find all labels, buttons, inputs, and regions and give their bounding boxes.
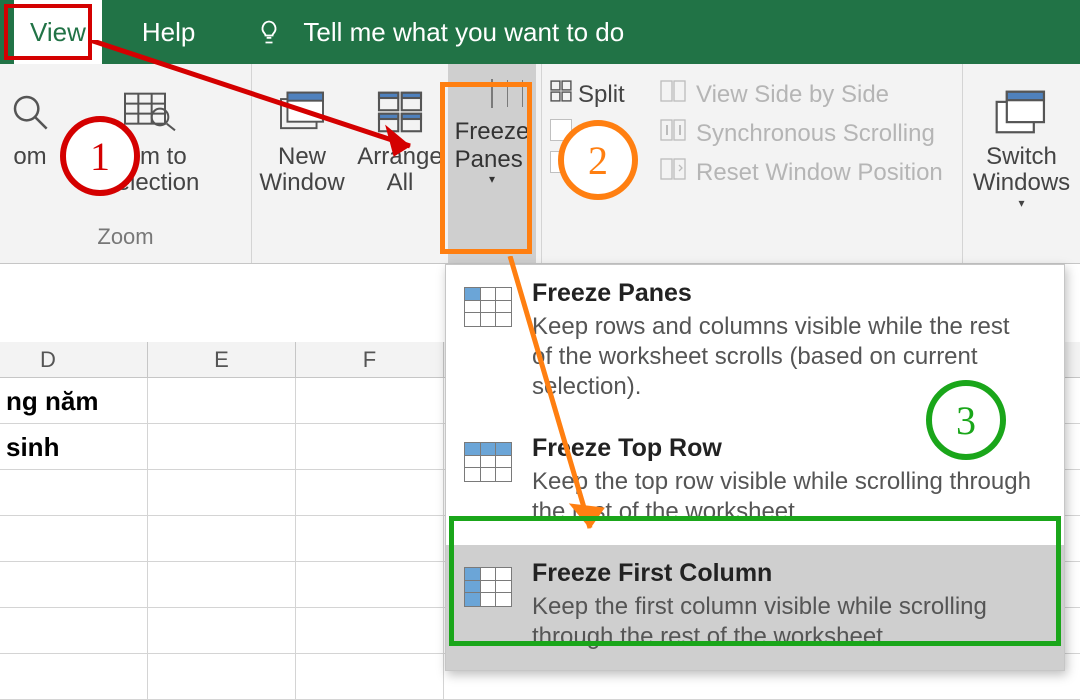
compare-column: View Side by Side Synchronous Scrolling xyxy=(652,64,962,263)
switch-windows-label: Switch Windows xyxy=(973,144,1070,197)
tab-help[interactable]: Help xyxy=(142,0,195,64)
arrange-all-icon xyxy=(377,80,423,144)
arrange-all-button[interactable]: Arrange All xyxy=(352,64,448,263)
freeze-top-row-icon xyxy=(464,442,512,482)
cell[interactable] xyxy=(296,378,444,423)
cell[interactable] xyxy=(148,424,296,469)
cell[interactable] xyxy=(296,424,444,469)
cell[interactable] xyxy=(148,562,296,607)
lightbulb-icon xyxy=(255,18,283,46)
cell[interactable] xyxy=(148,654,296,699)
ribbon: om oom to Selection Zoom xyxy=(0,64,1080,264)
cell[interactable] xyxy=(148,516,296,561)
cell[interactable] xyxy=(0,654,148,699)
cell[interactable] xyxy=(148,470,296,515)
sync-scroll-icon xyxy=(660,119,686,148)
cell[interactable] xyxy=(296,654,444,699)
annotation-box-3 xyxy=(449,516,1061,646)
cell[interactable] xyxy=(0,470,148,515)
zoom-button[interactable]: om xyxy=(0,64,60,224)
tellme-search[interactable]: Tell me what you want to do xyxy=(255,17,624,48)
cell[interactable] xyxy=(296,516,444,561)
annotation-circle-1: 1 xyxy=(60,116,140,196)
dropdown-caret-icon: ▾ xyxy=(1018,197,1024,210)
annotation-circle-3: 3 xyxy=(926,380,1006,460)
col-header-e[interactable]: E xyxy=(148,342,296,377)
reset-position-label: Reset Window Position xyxy=(696,159,943,187)
side-by-side-icon xyxy=(660,80,686,109)
zoom-label: om xyxy=(13,144,46,170)
cell[interactable] xyxy=(0,608,148,653)
synchronous-scrolling-button: Synchronous Scrolling xyxy=(660,119,962,148)
split-icon xyxy=(550,80,572,109)
annotation-box-1 xyxy=(4,4,92,60)
side-by-side-label: View Side by Side xyxy=(696,81,889,109)
switch-windows-button[interactable]: Switch Windows ▾ xyxy=(963,64,1080,210)
title-tab-bar: View Help Tell me what you want to do xyxy=(0,0,1080,64)
split-label: Split xyxy=(578,81,625,109)
switch-windows-icon xyxy=(995,80,1049,144)
view-side-by-side-button: View Side by Side xyxy=(660,80,962,109)
cell[interactable] xyxy=(0,562,148,607)
reset-position-icon xyxy=(660,158,686,187)
cell[interactable] xyxy=(0,516,148,561)
group-switch-windows: Switch Windows ▾ xyxy=(963,64,1080,263)
cell[interactable] xyxy=(296,608,444,653)
split-button[interactable]: Split xyxy=(550,80,652,109)
col-header-d[interactable]: D xyxy=(0,342,148,377)
cell[interactable] xyxy=(0,424,148,469)
zoom-group-label: Zoom xyxy=(0,224,251,258)
freeze-panes-icon xyxy=(464,287,512,327)
reset-window-position-button: Reset Window Position xyxy=(660,158,962,187)
cell[interactable] xyxy=(148,608,296,653)
sync-scroll-label: Synchronous Scrolling xyxy=(696,120,935,148)
freeze-panes-title: Freeze Panes xyxy=(532,279,1032,308)
annotation-box-2 xyxy=(440,82,532,254)
cell[interactable]: ng năm sinh xyxy=(0,378,148,423)
cell[interactable] xyxy=(296,562,444,607)
cell[interactable] xyxy=(148,378,296,423)
arrange-all-label: Arrange All xyxy=(357,144,442,197)
tellme-label: Tell me what you want to do xyxy=(303,17,624,48)
new-window-label: New Window xyxy=(259,144,344,197)
col-header-f[interactable]: F xyxy=(296,342,444,377)
cell[interactable] xyxy=(296,470,444,515)
new-window-button[interactable]: New Window xyxy=(252,64,352,263)
new-window-icon xyxy=(279,80,325,144)
zoom-icon xyxy=(10,80,50,144)
annotation-circle-2: 2 xyxy=(558,120,638,200)
